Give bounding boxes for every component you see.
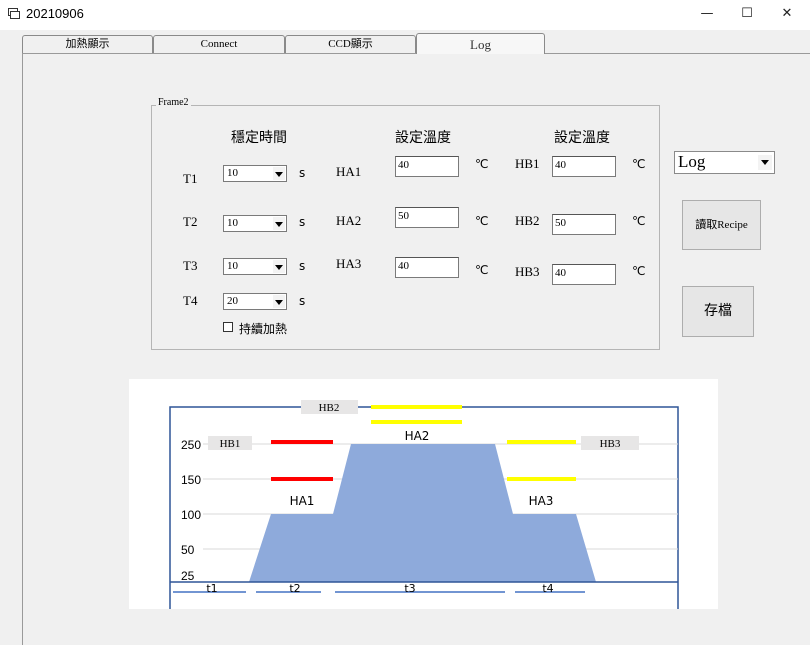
- hb1-unit: ℃: [632, 157, 646, 171]
- hb2-chart-label: HB2: [319, 402, 340, 414]
- t1-value: 10: [227, 167, 238, 179]
- t3-unit: s: [299, 259, 306, 273]
- y-tick-100: 100: [181, 508, 201, 522]
- tab-ccd-display[interactable]: CCD顯示: [285, 35, 416, 53]
- profile-area: [170, 444, 678, 582]
- ha3-unit: ℃: [475, 263, 489, 277]
- window-title: 20210906: [26, 6, 84, 21]
- log-select[interactable]: Log: [674, 151, 775, 174]
- log-select-value: Log: [678, 152, 706, 171]
- close-button[interactable]: ✕: [764, 0, 810, 30]
- stable-time-header: 穩定時間: [231, 130, 287, 146]
- hb2-input[interactable]: 50: [552, 214, 616, 235]
- ha1-input[interactable]: 40: [395, 156, 459, 177]
- tab-connect[interactable]: Connect: [153, 35, 285, 53]
- hb3-unit: ℃: [632, 264, 646, 278]
- y-tick-50: 50: [181, 543, 195, 557]
- frame2-label: Frame2: [156, 97, 191, 108]
- ha1-chart-label: HA1: [290, 494, 315, 508]
- t4-chart-label: t4: [542, 582, 553, 595]
- y-tick-150: 150: [181, 473, 201, 487]
- chevron-down-icon[interactable]: [273, 167, 285, 180]
- hb1-chart-label: HB1: [220, 438, 241, 450]
- hb-set-temp-header: 設定溫度: [554, 130, 610, 146]
- save-button[interactable]: 存檔: [682, 286, 754, 337]
- ha1-label: HA1: [336, 164, 362, 179]
- hb3-input[interactable]: 40: [552, 264, 616, 285]
- continuous-heat-checkbox[interactable]: [223, 322, 233, 332]
- t1-unit: s: [299, 166, 306, 180]
- ha2-input[interactable]: 50: [395, 207, 459, 228]
- tab-heating-display[interactable]: 加熱顯示: [22, 35, 153, 53]
- t2-value: 10: [227, 217, 238, 229]
- ha3-label: HA3: [336, 256, 362, 271]
- t2-chart-label: t2: [289, 582, 300, 595]
- read-recipe-button[interactable]: 讀取Recipe: [682, 200, 761, 250]
- t1-chart-label: t1: [206, 582, 217, 595]
- ha-set-temp-header: 設定溫度: [395, 130, 451, 146]
- ha3-input[interactable]: 40: [395, 257, 459, 278]
- app-icon: [8, 8, 20, 19]
- hb3-chart-label: HB3: [600, 438, 621, 450]
- temperature-profile-chart: 250 150 100 50 25 HB1 HB2 HB3 HA1 HA2 HA…: [129, 379, 718, 609]
- title-bar: 20210906 — ☐ ✕: [0, 0, 810, 30]
- t1-label: T1: [183, 171, 198, 186]
- ha2-unit: ℃: [475, 214, 489, 228]
- t1-combo[interactable]: 10: [223, 165, 287, 182]
- t4-label: T4: [183, 293, 198, 308]
- y-tick-25: 25: [181, 569, 195, 583]
- t2-combo[interactable]: 10: [223, 215, 287, 232]
- ha3-chart-label: HA3: [529, 494, 554, 508]
- t4-unit: s: [299, 294, 306, 308]
- ha2-chart-label: HA2: [405, 429, 430, 443]
- t2-label: T2: [183, 214, 198, 229]
- hb1-input[interactable]: 40: [552, 156, 616, 177]
- chevron-down-icon[interactable]: [758, 155, 772, 170]
- t3-chart-label: t3: [404, 582, 415, 595]
- t4-value: 20: [227, 295, 238, 307]
- hb2-unit: ℃: [632, 214, 646, 228]
- t3-value: 10: [227, 260, 238, 272]
- t3-label: T3: [183, 258, 198, 273]
- t3-combo[interactable]: 10: [223, 258, 287, 275]
- hb2-label: HB2: [515, 213, 540, 228]
- ha1-unit: ℃: [475, 157, 489, 171]
- continuous-heat-label: 持續加熱: [239, 322, 288, 336]
- y-tick-250: 250: [181, 438, 201, 452]
- ha2-label: HA2: [336, 213, 362, 228]
- hb3-label: HB3: [515, 264, 540, 279]
- chevron-down-icon[interactable]: [273, 260, 285, 273]
- hb1-label: HB1: [515, 156, 540, 171]
- tab-log[interactable]: Log: [416, 33, 545, 54]
- t2-unit: s: [299, 215, 306, 229]
- chevron-down-icon[interactable]: [273, 295, 285, 308]
- chevron-down-icon[interactable]: [273, 217, 285, 230]
- t4-combo[interactable]: 20: [223, 293, 287, 310]
- profile-svg: 250 150 100 50 25 HB1 HB2 HB3 HA1 HA2 HA…: [169, 400, 679, 609]
